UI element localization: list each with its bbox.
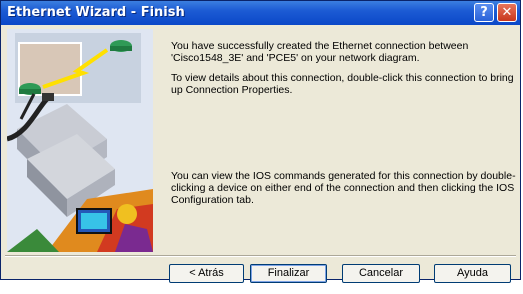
button-separator: [5, 255, 516, 257]
wizard-illustration: [7, 29, 153, 252]
ios-commands-message: You can view the IOS commands generated …: [171, 170, 516, 206]
close-icon[interactable]: ✕: [497, 3, 517, 22]
cancel-button[interactable]: Cancelar: [342, 264, 420, 283]
help-icon[interactable]: ?: [474, 3, 494, 22]
success-message: You have successfully created the Ethern…: [171, 40, 469, 64]
back-button[interactable]: < Atrás: [169, 264, 244, 283]
wizard-illustration-graphic: [7, 29, 153, 252]
help-button[interactable]: Ayuda: [434, 264, 511, 283]
details-message: To view details about this connection, d…: [171, 72, 514, 96]
wizard-window: Ethernet Wizard - Finish ? ✕ You have su…: [0, 0, 521, 283]
title-bar[interactable]: Ethernet Wizard - Finish ? ✕: [1, 1, 520, 25]
window-title: Ethernet Wizard - Finish: [7, 5, 185, 20]
finish-button[interactable]: Finalizar: [250, 264, 327, 283]
